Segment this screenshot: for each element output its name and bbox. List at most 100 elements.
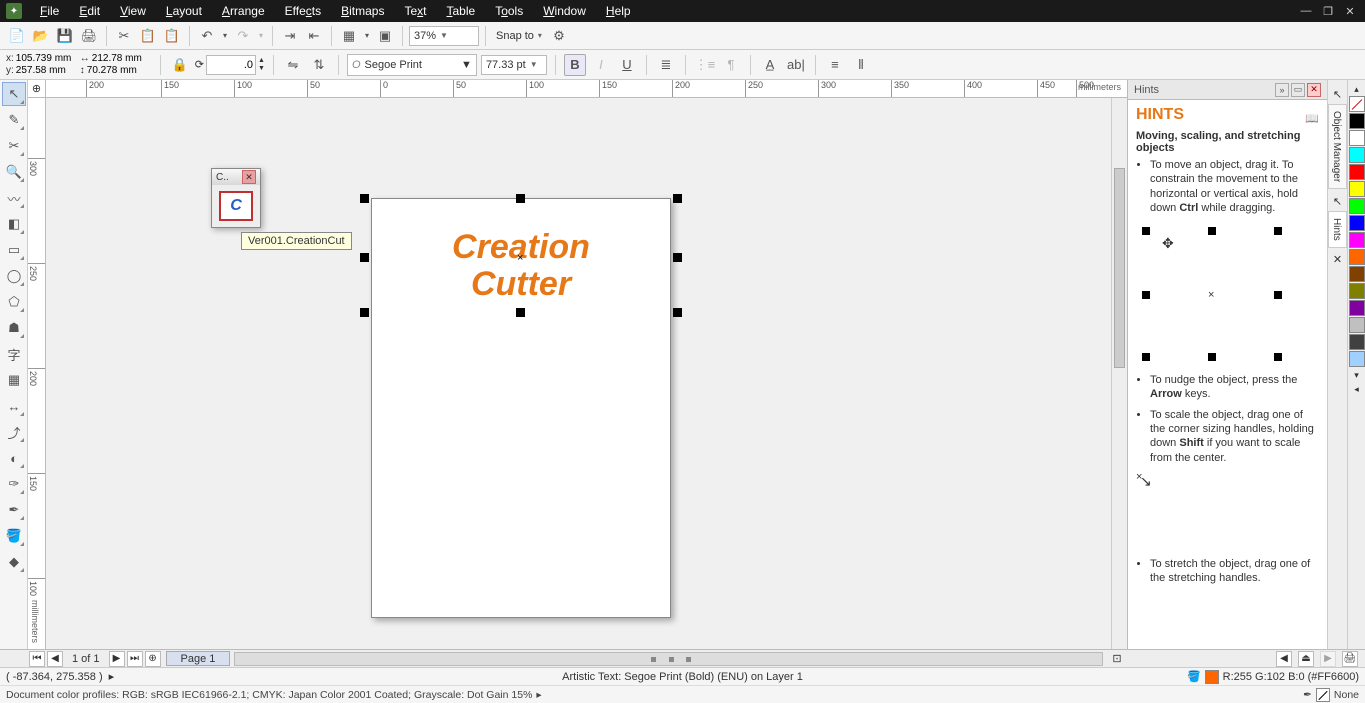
menu-view[interactable]: View xyxy=(110,0,156,22)
rotation-up[interactable]: ▲ xyxy=(258,57,265,65)
italic-button[interactable]: I xyxy=(590,54,612,76)
horizontal-scrollbar[interactable] xyxy=(234,652,1103,666)
freehand-tool[interactable]: 〰 xyxy=(2,186,26,210)
connector-tool[interactable]: ⤴ xyxy=(2,420,26,444)
x-input[interactable] xyxy=(16,53,76,65)
swatch-magenta[interactable] xyxy=(1349,232,1365,248)
swatch-blue[interactable] xyxy=(1349,215,1365,231)
hints-home-button[interactable]: ⏏ xyxy=(1298,651,1314,667)
navigator-view-button[interactable]: ⊡ xyxy=(1109,651,1125,667)
smart-fill-tool[interactable]: ◧ xyxy=(2,212,26,236)
page-tab-1[interactable]: Page 1 xyxy=(166,651,231,666)
align-horizontal-button[interactable]: ≡ xyxy=(824,54,846,76)
edit-text-button[interactable]: ab| xyxy=(785,54,807,76)
hints-book-icon[interactable]: 📖 xyxy=(1305,112,1319,125)
interactive-tool[interactable]: ◐ xyxy=(2,446,26,470)
open-button[interactable] xyxy=(30,25,52,47)
table-tool[interactable]: ▦ xyxy=(2,368,26,392)
export-button[interactable]: ⇤ xyxy=(303,25,325,47)
app-launcher-button[interactable]: ▦ xyxy=(338,25,360,47)
outline-tool[interactable]: ✒ xyxy=(2,498,26,522)
y-input[interactable] xyxy=(16,65,76,77)
save-button[interactable] xyxy=(54,25,76,47)
page-last-button[interactable]: ⏭ xyxy=(127,651,143,667)
hints-back-button[interactable]: ◀ xyxy=(1276,651,1292,667)
snap-to-select[interactable]: Snap to ▾ xyxy=(492,26,546,46)
menu-text[interactable]: Text xyxy=(394,0,436,22)
fill-tool-icon[interactable]: 🪣 xyxy=(1187,670,1201,683)
bold-button[interactable]: B xyxy=(564,54,586,76)
artistic-text[interactable]: Creation Cutter xyxy=(372,229,670,304)
selection-handle-se[interactable] xyxy=(673,308,682,317)
undo-button[interactable] xyxy=(196,25,218,47)
palette-up-arrow[interactable]: ▴ xyxy=(1348,82,1365,96)
rotation-input[interactable] xyxy=(206,55,256,75)
lock-ratio-button[interactable]: 🔒 xyxy=(169,54,191,76)
interactive-fill-tool[interactable]: ◆ xyxy=(2,550,26,574)
page-first-button[interactable]: ⏮ xyxy=(29,651,45,667)
polygon-tool[interactable]: ⬠ xyxy=(2,290,26,314)
plugin-title-bar[interactable]: C.. ✕ xyxy=(212,169,260,185)
hints-print-button[interactable]: 🖨 xyxy=(1342,651,1358,667)
menu-bitmaps[interactable]: Bitmaps xyxy=(331,0,394,22)
swatch-yellow[interactable] xyxy=(1349,181,1365,197)
swatch-green[interactable] xyxy=(1349,198,1365,214)
mirror-h-button[interactable]: ⇋ xyxy=(282,54,304,76)
canvas[interactable]: Creation Cutter × C.. ✕ C xyxy=(46,98,1127,649)
underline-button[interactable]: U xyxy=(616,54,638,76)
mirror-v-button[interactable]: ⇅ xyxy=(308,54,330,76)
selection-center-icon[interactable]: × xyxy=(517,252,523,264)
text-tool[interactable]: 字 xyxy=(2,342,26,366)
swatch-white[interactable] xyxy=(1349,130,1365,146)
menu-tools[interactable]: Tools xyxy=(485,0,533,22)
font-family-select[interactable]: O Segoe Print ▼ xyxy=(347,54,477,76)
copy-button[interactable] xyxy=(137,25,159,47)
pick-tool[interactable]: ↖ xyxy=(2,82,26,106)
menu-edit[interactable]: Edit xyxy=(69,0,110,22)
selection-handle-s[interactable] xyxy=(516,308,525,317)
vertical-scrollbar[interactable] xyxy=(1111,98,1127,649)
import-button[interactable]: ⇥ xyxy=(279,25,301,47)
selection-handle-n[interactable] xyxy=(516,194,525,203)
window-restore-button[interactable]: ❐ xyxy=(1319,4,1337,18)
swatch-cyan[interactable] xyxy=(1349,147,1365,163)
docker-undock-button[interactable]: ▭ xyxy=(1291,83,1305,97)
selection-handle-sw[interactable] xyxy=(360,308,369,317)
shape-tool[interactable]: ✎ xyxy=(2,108,26,132)
vscroll-thumb[interactable] xyxy=(1114,168,1125,368)
bullets-button[interactable]: ⋮≡ xyxy=(694,54,716,76)
outline-tool-icon[interactable]: ✒ xyxy=(1303,689,1312,701)
swatch-purple[interactable] xyxy=(1349,300,1365,316)
dimension-tool[interactable]: ↔ xyxy=(2,394,26,418)
profiles-expand-icon[interactable]: ▸ xyxy=(536,689,541,701)
menu-table[interactable]: Table xyxy=(437,0,486,22)
font-size-select[interactable]: 77.33 pt ▼ xyxy=(481,55,547,75)
ruler-vertical[interactable]: 300 250 200 150 100 millimeters xyxy=(28,98,46,649)
vtab-icon-2[interactable]: ↖ xyxy=(1330,193,1346,209)
swatch-brown[interactable] xyxy=(1349,266,1365,282)
char-format-button[interactable]: A̲ xyxy=(759,54,781,76)
selection-handle-ne[interactable] xyxy=(673,194,682,203)
palette-down-arrow[interactable]: ▾ xyxy=(1348,368,1365,382)
paste-button[interactable] xyxy=(161,25,183,47)
outline-none-swatch[interactable] xyxy=(1316,688,1330,702)
plugin-panel[interactable]: C.. ✕ C xyxy=(211,168,261,228)
align-vertical-button[interactable]: ⦀ xyxy=(850,54,872,76)
window-close-button[interactable]: ✕ xyxy=(1341,4,1359,18)
vtab-hints[interactable]: Hints xyxy=(1328,211,1347,248)
swatch-lightblue[interactable] xyxy=(1349,351,1365,367)
width-input[interactable] xyxy=(92,53,152,65)
zoom-level-select[interactable]: 37% ▼ xyxy=(409,26,479,46)
text-align-button[interactable]: ≣ xyxy=(655,54,677,76)
ellipse-tool[interactable]: ◯ xyxy=(2,264,26,288)
app-launcher-dropdown[interactable]: ▾ xyxy=(362,25,372,47)
fill-color-swatch[interactable] xyxy=(1205,670,1219,684)
rectangle-tool[interactable]: ▭ xyxy=(2,238,26,262)
height-input[interactable] xyxy=(87,65,147,77)
menu-layout[interactable]: Layout xyxy=(156,0,212,22)
swatch-red[interactable] xyxy=(1349,164,1365,180)
print-button[interactable] xyxy=(78,25,100,47)
eyedropper-tool[interactable]: ✑ xyxy=(2,472,26,496)
swatch-silver[interactable] xyxy=(1349,317,1365,333)
selection-handle-w[interactable] xyxy=(360,253,369,262)
